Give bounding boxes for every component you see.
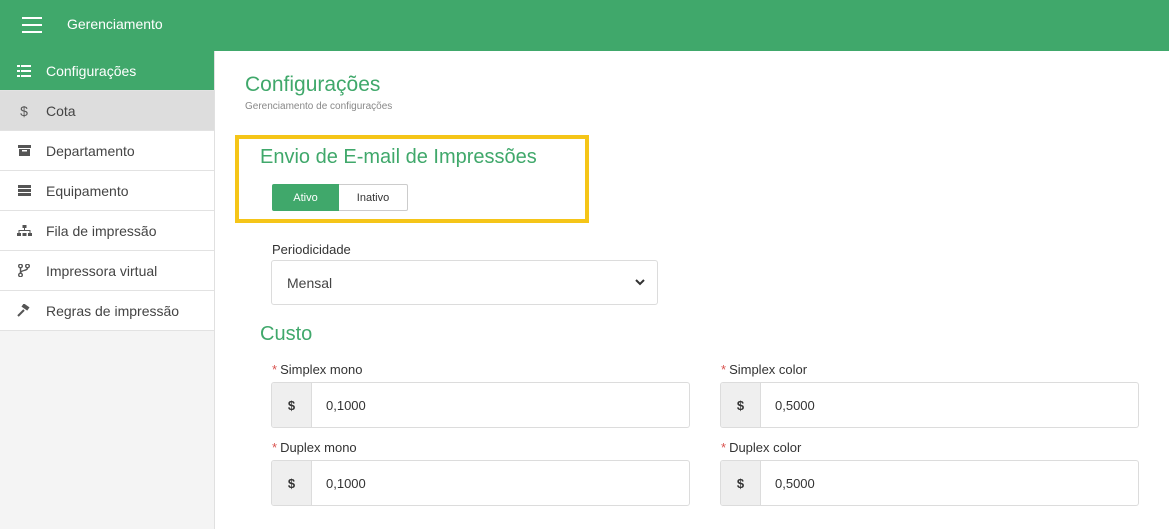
periodicidade-select[interactable]: Mensal (271, 260, 658, 305)
duplex-mono-field[interactable]: $ 0,1000 (271, 460, 690, 506)
sidebar-item-impressora-virtual[interactable]: Impressora virtual (0, 251, 214, 291)
sidebar-item-label: Departamento (46, 142, 135, 159)
inactive-button[interactable]: Inativo (339, 184, 408, 211)
currency-addon: $ (721, 383, 761, 427)
custo-title: Custo (260, 323, 313, 345)
simplex-mono-input[interactable]: 0,1000 (312, 383, 689, 427)
sidebar-item-label: Configurações (46, 62, 137, 79)
chevron-down-icon (635, 279, 645, 286)
sidebar-item-label: Cota (46, 102, 76, 119)
gavel-icon (14, 304, 34, 317)
sidebar-item-label: Impressora virtual (46, 262, 158, 279)
simplex-color-label: * Simplex color (721, 362, 808, 377)
sidebar-item-label: Regras de impressão (46, 302, 180, 319)
duplex-color-label: * Duplex color (721, 440, 802, 455)
page-title: Configurações (245, 73, 381, 96)
sidebar-item-departamento[interactable]: Departamento (0, 131, 214, 171)
sidebar-item-cota[interactable]: $ Cota (0, 91, 214, 131)
sidebar-item-fila-impressao[interactable]: Fila de impressão (0, 211, 214, 251)
list-icon (14, 64, 34, 77)
currency-addon: $ (272, 461, 312, 505)
periodicidade-value: Mensal (287, 274, 333, 291)
simplex-color-field[interactable]: $ 0,5000 (720, 382, 1139, 428)
sidebar-item-configuracoes[interactable]: Configurações (0, 51, 214, 91)
top-bar: Gerenciamento (0, 0, 1169, 51)
simplex-color-input[interactable]: 0,5000 (761, 383, 1138, 427)
currency-addon: $ (272, 383, 312, 427)
sidebar-item-equipamento[interactable]: Equipamento (0, 171, 214, 211)
duplex-color-input[interactable]: 0,5000 (761, 461, 1138, 505)
simplex-mono-label: * Simplex mono (272, 362, 363, 377)
duplex-color-field[interactable]: $ 0,5000 (720, 460, 1139, 506)
server-icon (14, 185, 34, 196)
archive-icon (14, 145, 34, 156)
app-title: Gerenciamento (67, 16, 163, 32)
duplex-mono-label: * Duplex mono (272, 440, 357, 455)
email-toggle: Ativo Inativo (272, 184, 408, 211)
duplex-mono-input[interactable]: 0,1000 (312, 461, 689, 505)
active-button[interactable]: Ativo (272, 184, 339, 211)
main-content: Configurações Gerenciamento de configura… (216, 51, 1169, 529)
sidebar-item-regras-impressao[interactable]: Regras de impressão (0, 291, 214, 331)
page-subtitle: Gerenciamento de configurações (245, 101, 393, 112)
sidebar-item-label: Fila de impressão (46, 222, 157, 239)
menu-icon[interactable] (22, 17, 42, 33)
sidebar-item-label: Equipamento (46, 182, 129, 199)
simplex-mono-field[interactable]: $ 0,1000 (271, 382, 690, 428)
sitemap-icon (14, 224, 34, 237)
sidebar: Configurações $ Cota Departamento Equipa… (0, 51, 215, 529)
email-section-title: Envio de E-mail de Impressões (260, 146, 537, 168)
dollar-icon: $ (20, 102, 28, 119)
branch-icon (14, 264, 34, 277)
periodicidade-label: Periodicidade (272, 242, 351, 257)
currency-addon: $ (721, 461, 761, 505)
